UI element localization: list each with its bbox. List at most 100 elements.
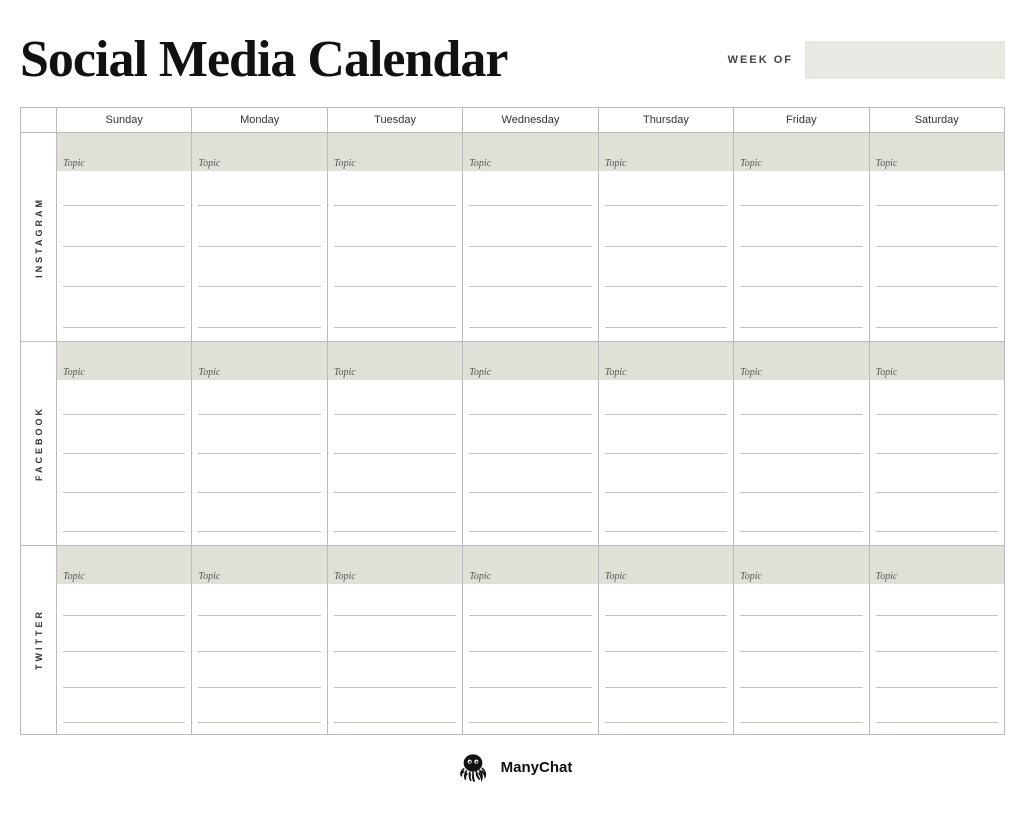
- topic-label: Topic: [469, 367, 491, 378]
- instagram-days: Topic Topic: [57, 133, 1005, 342]
- line: [334, 701, 456, 723]
- twitter-thursday: Topic: [599, 546, 734, 735]
- line: [469, 184, 591, 206]
- twitter-sunday-topic: Topic: [57, 546, 191, 584]
- line: [63, 701, 185, 723]
- line: [605, 701, 727, 723]
- facebook-sunday-lines: [57, 380, 191, 544]
- page: Social Media Calendar WEEK OF Sunday Mon…: [0, 0, 1025, 813]
- line: [63, 666, 185, 688]
- instagram-wednesday: Topic: [463, 133, 598, 342]
- twitter-saturday-topic: Topic: [870, 546, 1004, 584]
- twitter-saturday: Topic: [870, 546, 1005, 735]
- line: [605, 432, 727, 454]
- facebook-friday-lines: [734, 380, 868, 544]
- day-header-sunday: Sunday: [57, 108, 192, 133]
- topic-label: Topic: [334, 367, 356, 378]
- facebook-saturday-lines: [870, 380, 1004, 544]
- line: [740, 184, 862, 206]
- line: [876, 471, 998, 493]
- topic-label: Topic: [198, 367, 220, 378]
- line: [334, 630, 456, 652]
- line: [605, 393, 727, 415]
- topic-label: Topic: [469, 571, 491, 582]
- day-header-saturday: Saturday: [870, 108, 1005, 133]
- instagram-saturday-lines: [870, 171, 1004, 341]
- line: [876, 432, 998, 454]
- line: [740, 594, 862, 616]
- line: [605, 594, 727, 616]
- twitter-sunday: Topic: [57, 546, 192, 735]
- twitter-friday-lines: [734, 584, 868, 734]
- topic-label: Topic: [876, 571, 898, 582]
- instagram-sunday-topic: Topic: [57, 133, 191, 171]
- day-headers-row: Sunday Monday Tuesday Wednesday Thursday…: [21, 108, 1005, 133]
- page-title: Social Media Calendar: [20, 30, 728, 89]
- platform-name-twitter: TWITTER: [34, 609, 44, 670]
- twitter-monday-lines: [192, 584, 326, 734]
- line: [876, 306, 998, 328]
- instagram-saturday: Topic: [870, 133, 1005, 342]
- line: [605, 225, 727, 247]
- line: [198, 666, 320, 688]
- facebook-days: Topic Topic: [57, 342, 1005, 545]
- instagram-thursday-lines: [599, 171, 733, 341]
- instagram-friday-lines: [734, 171, 868, 341]
- twitter-tuesday-topic: Topic: [328, 546, 462, 584]
- platform-section-instagram: INSTAGRAM Topic Topic: [21, 133, 1005, 342]
- line: [63, 393, 185, 415]
- twitter-thursday-lines: [599, 584, 733, 734]
- line: [469, 510, 591, 532]
- line: [334, 265, 456, 287]
- topic-label: Topic: [605, 367, 627, 378]
- line: [876, 510, 998, 532]
- instagram-sunday-lines: [57, 171, 191, 341]
- line: [334, 666, 456, 688]
- instagram-friday: Topic: [734, 133, 869, 342]
- facebook-friday-topic: Topic: [734, 342, 868, 380]
- line: [198, 393, 320, 415]
- twitter-wednesday-topic: Topic: [463, 546, 597, 584]
- line: [740, 432, 862, 454]
- line: [469, 666, 591, 688]
- line: [334, 184, 456, 206]
- facebook-wednesday: Topic: [463, 342, 598, 545]
- instagram-friday-topic: Topic: [734, 133, 868, 171]
- facebook-wednesday-topic: Topic: [463, 342, 597, 380]
- line: [740, 265, 862, 287]
- twitter-friday-topic: Topic: [734, 546, 868, 584]
- calendar: Sunday Monday Tuesday Wednesday Thursday…: [20, 107, 1005, 735]
- topic-label: Topic: [740, 367, 762, 378]
- facebook-thursday-topic: Topic: [599, 342, 733, 380]
- instagram-tuesday-lines: [328, 171, 462, 341]
- line: [198, 225, 320, 247]
- brand-name: ManyChat: [501, 759, 573, 776]
- instagram-sunday: Topic: [57, 133, 192, 342]
- line: [334, 432, 456, 454]
- line: [876, 184, 998, 206]
- platform-label-facebook: FACEBOOK: [21, 342, 57, 545]
- line: [740, 510, 862, 532]
- facebook-thursday-lines: [599, 380, 733, 544]
- week-of-input[interactable]: [805, 41, 1005, 79]
- topic-label: Topic: [334, 571, 356, 582]
- twitter-days: Topic Topic: [57, 546, 1005, 735]
- line: [876, 666, 998, 688]
- footer-logo: ManyChat: [453, 747, 573, 787]
- line: [605, 306, 727, 328]
- line: [198, 184, 320, 206]
- line: [605, 666, 727, 688]
- day-header-thursday: Thursday: [599, 108, 734, 133]
- line: [469, 471, 591, 493]
- instagram-wednesday-lines: [463, 171, 597, 341]
- line: [334, 471, 456, 493]
- manychat-icon: [453, 747, 493, 787]
- twitter-thursday-topic: Topic: [599, 546, 733, 584]
- topic-label: Topic: [63, 158, 85, 169]
- line: [334, 393, 456, 415]
- topic-label: Topic: [334, 158, 356, 169]
- topic-label: Topic: [198, 571, 220, 582]
- week-of-label: WEEK OF: [728, 54, 793, 66]
- instagram-tuesday: Topic: [328, 133, 463, 342]
- line: [605, 184, 727, 206]
